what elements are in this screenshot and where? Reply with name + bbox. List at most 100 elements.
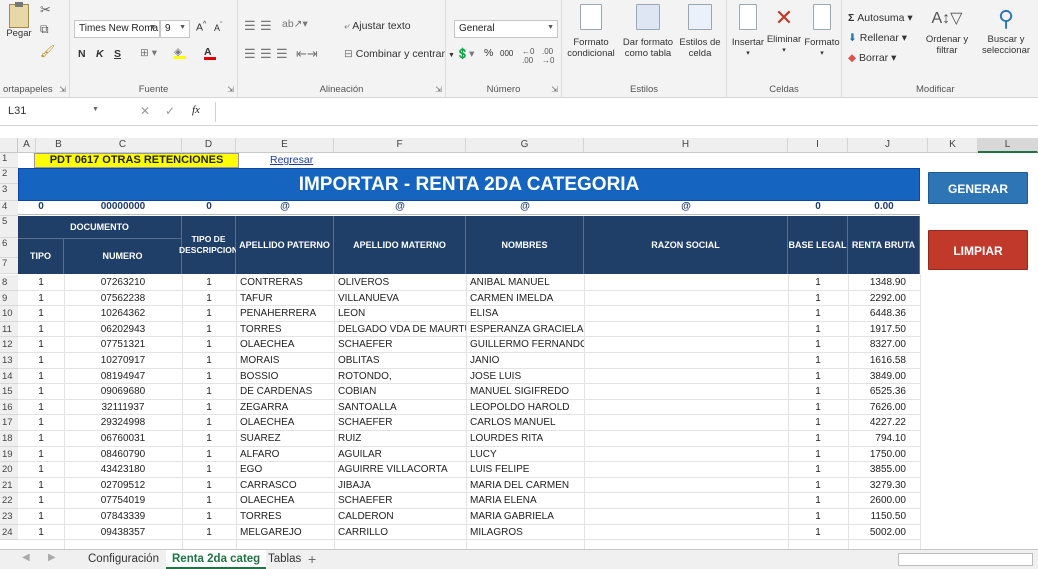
cell-desc[interactable]: 1: [182, 449, 236, 460]
cell-tipo[interactable]: 1: [18, 293, 64, 304]
cell-base[interactable]: 1: [788, 277, 848, 288]
cell-base[interactable]: 1: [788, 371, 848, 382]
cell-base[interactable]: 1: [788, 449, 848, 460]
cell-mat[interactable]: RUIZ: [338, 433, 466, 444]
font-size-select[interactable]: 9 ▼: [160, 20, 190, 38]
horizontal-scrollbar[interactable]: [898, 553, 1033, 566]
cell-desc[interactable]: 1: [182, 433, 236, 444]
cell-mat[interactable]: OLIVEROS: [338, 277, 466, 288]
column-header[interactable]: K: [928, 138, 978, 153]
cell-mat[interactable]: SANTOALLA: [338, 402, 466, 413]
cell-pat[interactable]: TORRES: [240, 511, 334, 522]
format-as-table-button[interactable]: Dar formato como tabla: [620, 4, 676, 59]
insert-function-icon[interactable]: fx: [192, 104, 200, 116]
cell-base[interactable]: 1: [788, 464, 848, 475]
format-painter-icon[interactable]: 🖌: [40, 44, 55, 58]
cell-renta[interactable]: 4227.22: [848, 417, 906, 428]
cell-mat[interactable]: SCHAEFER: [338, 339, 466, 350]
row-header[interactable]: 19: [0, 446, 18, 463]
cell-num[interactable]: 07751321: [64, 339, 182, 350]
cell-base[interactable]: 1: [788, 308, 848, 319]
grow-font-button[interactable]: A^: [196, 21, 206, 34]
column-header[interactable]: I: [788, 138, 848, 153]
row-header[interactable]: 5: [0, 216, 18, 238]
cell-base[interactable]: 1: [788, 480, 848, 491]
underline-button[interactable]: S: [114, 48, 121, 60]
align-middle-icon[interactable]: ☰: [260, 18, 272, 34]
increase-decimal-icon[interactable]: ←0.00: [522, 47, 534, 65]
cell-mat[interactable]: DELGADO VDA DE MAURTUA: [338, 324, 466, 335]
cell-tipo[interactable]: 1: [18, 277, 64, 288]
clear-button[interactable]: ◆ Borrar ▾: [848, 52, 896, 64]
cell-num[interactable]: 07562238: [64, 293, 182, 304]
row-header[interactable]: 22: [0, 493, 18, 509]
cell-nom[interactable]: LEOPOLDO HAROLD: [470, 402, 584, 413]
cell-tipo[interactable]: 1: [18, 495, 64, 506]
cell-nom[interactable]: LUCY: [470, 449, 584, 460]
cell-base[interactable]: 1: [788, 402, 848, 413]
paste-button[interactable]: Pegar: [4, 2, 34, 39]
cell-renta[interactable]: 1750.00: [848, 449, 906, 460]
cell-tipo[interactable]: 1: [18, 511, 64, 522]
cell-mat[interactable]: AGUIRRE VILLACORTA: [338, 464, 466, 475]
cell-desc[interactable]: 1: [182, 511, 236, 522]
cell-desc[interactable]: 1: [182, 527, 236, 538]
cell-pat[interactable]: PEÑAHERRERA: [240, 308, 334, 319]
cell-desc[interactable]: 1: [182, 371, 236, 382]
row-header[interactable]: 15: [0, 384, 18, 400]
cell-base[interactable]: 1: [788, 324, 848, 335]
cell-desc[interactable]: 1: [182, 277, 236, 288]
cell-tipo[interactable]: 1: [18, 417, 64, 428]
font-name-select[interactable]: Times New Roma ▼: [74, 20, 160, 38]
cell-pat[interactable]: EGO: [240, 464, 334, 475]
cell-pat[interactable]: OLAECHEA: [240, 417, 334, 428]
cell-renta[interactable]: 1917.50: [848, 324, 906, 335]
cell-nom[interactable]: LUIS FELIPE: [470, 464, 584, 475]
cell-base[interactable]: 1: [788, 495, 848, 506]
cell-nom[interactable]: CARMEN IMELDA: [470, 293, 584, 304]
cell-nom[interactable]: ELISA: [470, 308, 584, 319]
cell-nom[interactable]: JANIO: [470, 355, 584, 366]
cell-tipo[interactable]: 1: [18, 386, 64, 397]
row-header[interactable]: 4: [0, 201, 18, 216]
row-header[interactable]: 2: [0, 168, 18, 184]
cell-renta[interactable]: 6448.36: [848, 308, 906, 319]
cell-desc[interactable]: 1: [182, 402, 236, 413]
cell-nom[interactable]: MARIA GABRIELA: [470, 511, 584, 522]
row-header[interactable]: 24: [0, 524, 18, 541]
cell-desc[interactable]: 1: [182, 495, 236, 506]
cell-num[interactable]: 10264362: [64, 308, 182, 319]
cell-nom[interactable]: LOURDES RITA: [470, 433, 584, 444]
cell-pat[interactable]: ZEGARRA: [240, 402, 334, 413]
column-header[interactable]: J: [848, 138, 928, 153]
align-left-icon[interactable]: ☰: [244, 46, 256, 62]
cell-renta[interactable]: 3279.30: [848, 480, 906, 491]
decrease-decimal-icon[interactable]: .00 →0: [542, 47, 554, 65]
cancel-formula-icon[interactable]: ✕: [140, 104, 150, 118]
cell-pat[interactable]: ALFARO: [240, 449, 334, 460]
cell-mat[interactable]: JIBAJA: [338, 480, 466, 491]
cell-nom[interactable]: GUILLERMO FERNANDO: [470, 339, 584, 350]
thousands-button[interactable]: 000: [500, 49, 513, 58]
row-header[interactable]: 16: [0, 399, 18, 416]
cell-tipo[interactable]: 1: [18, 402, 64, 413]
column-header[interactable]: F: [334, 138, 466, 153]
cell-desc[interactable]: 1: [182, 464, 236, 475]
cell-renta[interactable]: 7626.00: [848, 402, 906, 413]
scroll-right-icon[interactable]: ▶: [48, 552, 56, 563]
cell-num[interactable]: 06760031: [64, 433, 182, 444]
bold-button[interactable]: N: [78, 48, 86, 60]
row-header[interactable]: 3: [0, 184, 18, 201]
cell-tipo[interactable]: 1: [18, 464, 64, 475]
column-header[interactable]: L: [978, 138, 1038, 153]
cell-mat[interactable]: ROTONDO,: [338, 371, 466, 382]
column-header[interactable]: H: [584, 138, 788, 153]
column-header[interactable]: D: [182, 138, 236, 153]
cell-tipo[interactable]: 1: [18, 339, 64, 350]
cell-num[interactable]: 43423180: [64, 464, 182, 475]
formula-input[interactable]: [215, 102, 1038, 122]
cell-pat[interactable]: TORRES: [240, 324, 334, 335]
cell-tipo[interactable]: 1: [18, 449, 64, 460]
cell-base[interactable]: 1: [788, 433, 848, 444]
cell-pat[interactable]: TAFUR: [240, 293, 334, 304]
